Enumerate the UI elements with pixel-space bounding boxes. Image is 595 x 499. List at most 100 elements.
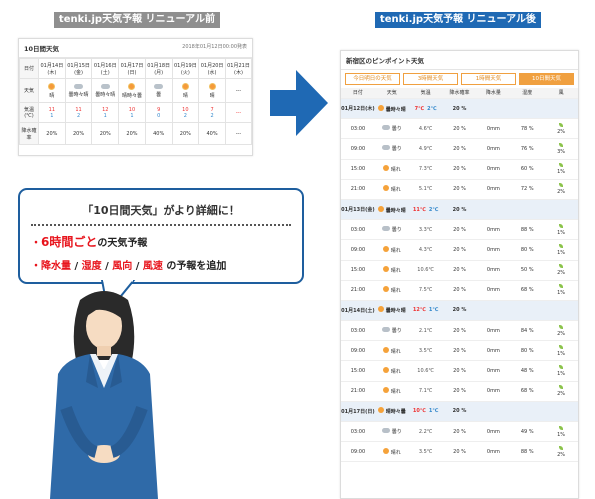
businesswoman-illustration bbox=[50, 291, 158, 499]
old-day-weather: 晴 bbox=[38, 78, 66, 103]
forecast-tabs: 今日明日の天気 3時間天気 1時間天気 10日間天気 bbox=[341, 70, 578, 88]
new-panel-title: 新宿区のピンポイント天気 bbox=[341, 51, 578, 70]
old-panel-title: 10日間天気 2018年01月12日00:00発表 bbox=[19, 39, 252, 58]
sunny-icon bbox=[128, 82, 136, 90]
wind-direction-icon bbox=[559, 344, 564, 349]
sunny-icon bbox=[377, 407, 384, 414]
sunny-icon bbox=[382, 185, 389, 192]
wind-direction-icon bbox=[559, 122, 564, 127]
old-forecast-table: 日付 01月14日(木) 01月15日(金) 01月16日(土) 01月17日(日) 01… bbox=[19, 58, 253, 145]
wind-direction-icon bbox=[559, 163, 564, 168]
hourly-row: 09:00 曇り 4.9℃ 20 % 0mm 76 % 3% bbox=[341, 139, 578, 160]
old-day-temp: 90 bbox=[144, 102, 173, 123]
hourly-row: 09:00 晴れ 3.5℃ 20 % 0mm 88 % 2% bbox=[341, 442, 578, 463]
sunny-icon bbox=[377, 306, 384, 313]
hourly-row: 03:00 曇り 4.6℃ 20 % 0mm 78 % 2% bbox=[341, 119, 578, 140]
old-day-temp: 11 1 bbox=[38, 102, 66, 123]
sunny-icon bbox=[181, 82, 189, 90]
tab-today-tomorrow[interactable]: 今日明日の天気 bbox=[345, 73, 400, 85]
old-day-temp: 10 1 bbox=[118, 102, 146, 123]
old-forecast-panel: 10日間天気 2018年01月12日00:00発表 日付 01月14日(木) 01月… bbox=[18, 38, 253, 156]
hourly-row: 03:00 曇り 2.1℃ 20 % 0mm 84 % 2% bbox=[341, 321, 578, 342]
sunny-icon bbox=[382, 245, 389, 252]
old-day-weather: 晴時々曇 bbox=[118, 78, 146, 103]
sunny-icon bbox=[377, 104, 384, 111]
wind-direction-icon bbox=[559, 243, 564, 248]
wind-direction-icon bbox=[559, 284, 564, 289]
callout-bubble: 「10日間天気」がより詳細に！ ・6時間ごとの天気予報 ・降水量 / 湿度 / … bbox=[18, 188, 304, 284]
old-timestamp: 2018年01月12日00:00発表 bbox=[182, 44, 247, 50]
callout-divider bbox=[31, 224, 291, 226]
new-table-header: 日付 天気 気温 降水確率 降水量 湿度 風 bbox=[341, 88, 578, 99]
old-day-precip: 20% bbox=[64, 122, 93, 145]
cloudy-icon bbox=[154, 83, 164, 89]
wind-direction-icon bbox=[559, 385, 564, 390]
hourly-row: 15:00 晴れ 10.6℃ 20 % 0mm 50 % 2% bbox=[341, 261, 578, 281]
old-day-weather: --- bbox=[224, 78, 253, 103]
wind-direction-icon bbox=[559, 324, 564, 329]
old-day-temp: 72 bbox=[198, 102, 226, 123]
sunny-icon bbox=[48, 82, 56, 90]
old-day-weather: 晴 bbox=[171, 78, 200, 103]
old-day-precip: --- bbox=[224, 122, 253, 145]
old-row-header: 気温(℃) bbox=[19, 102, 39, 123]
hourly-row: 15:00 晴れ 7.3℃ 20 % 0mm 60 % 1% bbox=[341, 160, 578, 180]
callout-title: 「10日間天気」がより詳細に！ bbox=[82, 204, 240, 217]
tab-10day[interactable]: 10日間天気 bbox=[519, 73, 574, 85]
hourly-row: 15:00 晴れ 10.6℃ 20 % 0mm 48 % 1% bbox=[341, 361, 578, 382]
old-day-weather: 晴 bbox=[198, 78, 226, 103]
new-forecast-panel: 新宿区のピンポイント天気 今日明日の天気 3時間天気 1時間天気 10日間天気 … bbox=[340, 50, 579, 499]
old-day-date: 01月18日(月) bbox=[144, 58, 173, 79]
old-day-date: 01月21日(木) bbox=[224, 58, 253, 79]
wind-direction-icon bbox=[559, 365, 564, 370]
old-day-temp: 11 2 bbox=[64, 102, 93, 123]
old-day-precip: 40% bbox=[198, 122, 226, 145]
old-day-date: 01月16日(土) bbox=[91, 58, 120, 79]
wind-direction-icon bbox=[559, 264, 564, 269]
old-day-precip: 20% bbox=[91, 122, 120, 145]
wind-direction-icon bbox=[559, 142, 564, 147]
sunny-icon bbox=[377, 205, 384, 212]
old-day-weather: 曇 bbox=[144, 78, 173, 103]
sunny-icon bbox=[382, 367, 389, 374]
hourly-row: 09:00 晴れ 4.3℃ 20 % 0mm 80 % 1% bbox=[341, 240, 578, 261]
hourly-row: 21:00 晴れ 7.5℃ 20 % 0mm 68 % 1% bbox=[341, 281, 578, 301]
hourly-row: 21:00 晴れ 7.1℃ 20 % 0mm 68 % 2% bbox=[341, 382, 578, 402]
sunny-icon bbox=[382, 387, 389, 394]
old-day-precip: 20% bbox=[38, 122, 66, 145]
sunny-icon bbox=[382, 346, 389, 353]
old-day-weather: 曇時々晴 bbox=[64, 78, 93, 103]
callout-point-2: ・降水量 / 湿度 / 風向 / 風速 の予報を追加 bbox=[31, 261, 227, 272]
old-version-label: tenki.jp天気予報 リニューアル前 bbox=[54, 12, 220, 28]
old-day-date: 01月19日(火) bbox=[171, 58, 200, 79]
old-row-header: 天気 bbox=[19, 78, 39, 103]
old-day-temp: --- bbox=[224, 102, 253, 123]
tab-1hour[interactable]: 1時間天気 bbox=[461, 73, 516, 85]
new-version-label: tenki.jp天気予報 リニューアル後 bbox=[375, 12, 541, 28]
day-summary-row: 01月12日(木) 曇時々晴 7℃ 2℃ 20 % bbox=[341, 99, 578, 120]
cloudy-icon bbox=[381, 125, 390, 131]
old-day-date: 01月20日(水) bbox=[198, 58, 226, 79]
old-day-temp: 10 2 bbox=[171, 102, 200, 123]
old-day-date: 01月17日(日) bbox=[118, 58, 146, 79]
old-day-temp: 12 1 bbox=[91, 102, 120, 123]
callout-point-1: ・6時間ごとの天気予報 bbox=[31, 235, 148, 249]
wind-direction-icon bbox=[559, 425, 564, 430]
old-day-precip: 20% bbox=[118, 122, 146, 145]
tab-3hour[interactable]: 3時間天気 bbox=[403, 73, 458, 85]
cloudy-icon bbox=[74, 83, 84, 89]
cloudy-icon bbox=[381, 145, 390, 151]
sunny-icon bbox=[208, 82, 216, 90]
sunny-icon bbox=[382, 165, 389, 172]
cloudy-icon bbox=[381, 327, 390, 333]
old-day-precip: 40% bbox=[144, 122, 173, 145]
sunny-icon bbox=[382, 447, 389, 454]
hourly-row: 09:00 晴れ 3.5℃ 20 % 0mm 80 % 1% bbox=[341, 341, 578, 362]
wind-direction-icon bbox=[559, 445, 564, 450]
hourly-row: 21:00 晴れ 5.1℃ 20 % 0mm 72 % 2% bbox=[341, 180, 578, 200]
sunny-icon bbox=[382, 266, 389, 273]
day-summary-row: 01月17日(日) 晴時々曇 10℃ 1℃ 20 % bbox=[341, 401, 578, 422]
old-day-date: 01月15日(金) bbox=[64, 58, 93, 79]
hourly-row: 03:00 曇り 3.3℃ 20 % 0mm 88 % 1% bbox=[341, 220, 578, 241]
sunny-icon bbox=[382, 286, 389, 293]
